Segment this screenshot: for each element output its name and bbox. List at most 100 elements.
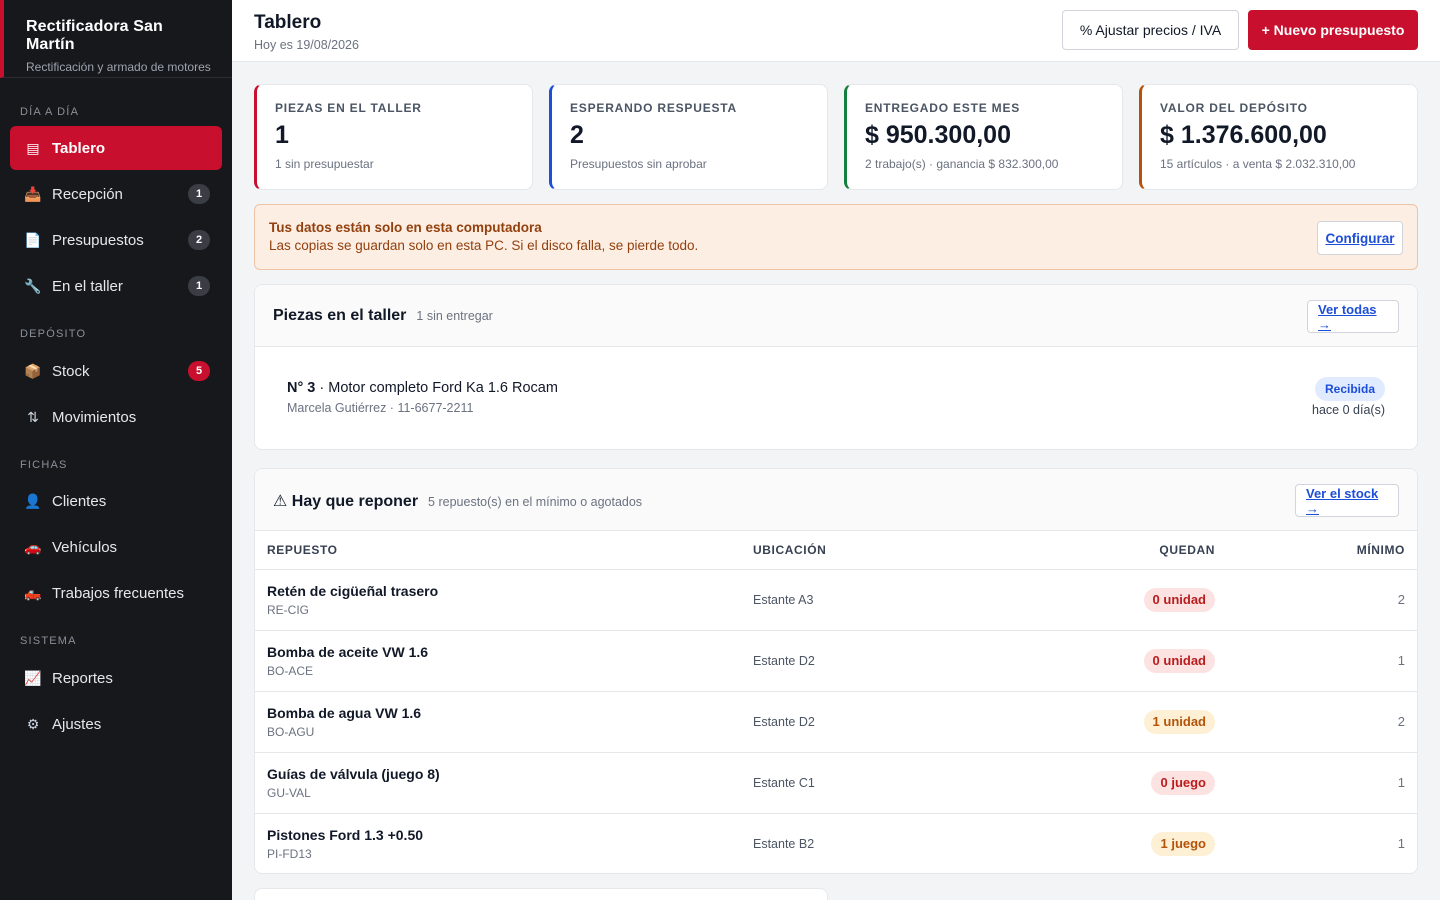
sidebar-item-movimientos[interactable]: ⇅ Movimientos [10,395,222,439]
job-row[interactable]: N° 3 · Motor completo Ford Ka 1.6 Rocam … [255,347,1417,449]
sidebar-item-trabajos-frecuentes[interactable]: 🛻 Trabajos frecuentes [10,571,222,615]
table-header-row: Repuesto Ubicación Quedan Mínimo [255,531,1417,570]
sidebar: Rectificadora San Martín Rectificación y… [0,0,232,900]
box-icon: 📦 [24,362,42,379]
part-name: Bomba de aceite VW 1.6 [267,643,429,660]
sidebar-item-label: Ajustes [52,715,102,733]
sidebar-item-label: Reportes [52,669,113,687]
stat-subtext: 15 artículos · a venta $ 2.032.310,00 [1160,157,1356,171]
table-row[interactable]: Guías de válvula (juego 8) GU-VAL Estante… [255,752,1417,814]
sidebar-item-vehiculos[interactable]: 🚗 Vehículos [10,525,222,569]
count-badge: 1 [188,276,210,296]
part-minimum: 1 [1227,630,1417,692]
nav-section-sistema: Sistema [20,635,77,647]
table-row[interactable]: Bomba de aceite VW 1.6 BO-ACE Estante D2 … [255,630,1417,692]
stat-subtext: Presupuestos sin aprobar [570,157,707,171]
sidebar-item-label: Stock [52,362,90,380]
brand: Rectificadora San Martín Rectificación y… [0,0,232,78]
sidebar-item-ajustes[interactable]: ⚙ Ajustes [10,702,222,746]
sidebar-item-label: Vehículos [52,538,118,556]
stat-card-delivered-this-month[interactable]: Entregado este mes $ 950.300,00 2 trabaj… [844,84,1123,190]
stat-subtext: 1 sin presupuestar [275,157,374,171]
workshop-panel: Piezas en el taller 1 sin entregar Ver to… [254,284,1418,450]
count-badge: 1 [188,184,210,204]
view-all-button[interactable]: Ver todas → [1307,300,1399,333]
sidebar-item-reportes[interactable]: 📈 Reportes [10,656,222,700]
sidebar-item-recepcion[interactable]: 📥 Recepción 1 [10,172,222,216]
stat-card-pieces-in-shop[interactable]: Piezas en el taller 1 1 sin presupuestar [254,84,533,190]
sidebar-item-presupuestos[interactable]: 📄 Presupuestos 2 [10,218,222,262]
table-row[interactable]: Retén de cigüeñal trasero RE-CIG Estante … [255,569,1417,631]
sidebar-item-label: Trabajos frecuentes [52,584,185,602]
quantity-badge: 0 juego [1151,770,1215,795]
part-code: PI-FD13 [267,846,312,861]
adjust-prices-button[interactable]: % Ajustar precios / IVA [1062,10,1239,50]
wrench-icon: 🔧 [24,277,42,294]
stat-value: $ 950.300,00 [865,121,1011,149]
panel-title: ⚠ Hay que reponer 5 repuesto(s) en el mín… [273,491,642,511]
view-stock-button[interactable]: Ver el stock → [1295,484,1399,517]
sidebar-item-stock[interactable]: 📦 Stock 5 [10,349,222,393]
configure-backup-button[interactable]: Configurar [1317,221,1403,255]
truck-icon: 🛻 [24,584,42,601]
restock-table: Repuesto Ubicación Quedan Mínimo Retén d… [255,531,1417,873]
chart-icon: 📈 [24,669,42,686]
nav-section-deposito: Depósito [20,328,87,340]
nav-section-dia-a-dia: Día a día [20,106,80,118]
part-name: Bomba de agua VW 1.6 [267,704,422,721]
quantity-badge: 0 unidad [1143,648,1215,673]
part-location: Estante C1 [741,752,1041,814]
sidebar-item-label: Recepción [52,185,123,203]
new-quote-button[interactable]: + Nuevo presupuesto [1248,10,1418,50]
page-date: Hoy es 19/08/2026 [254,38,359,52]
job-client: Marcela Gutiérrez · 11-6677-2211 [287,401,474,415]
part-minimum: 1 [1227,752,1417,814]
job-title: N° 3 · Motor completo Ford Ka 1.6 Rocam [287,380,558,396]
part-name: Pistones Ford 1.3 +0.50 [267,826,424,843]
panel-header: Piezas en el taller 1 sin entregar Ver to… [255,285,1417,347]
stat-label: Valor del depósito [1160,101,1308,115]
document-icon: 📄 [24,231,42,248]
table-row[interactable]: Bomba de agua VW 1.6 BO-AGU Estante D2 1 … [255,691,1417,753]
job-age: hace 0 día(s) [1312,403,1385,417]
count-badge: 5 [188,361,210,381]
part-location: Estante D2 [741,630,1041,692]
panel-title: Piezas en el taller 1 sin entregar [273,307,493,325]
part-minimum: 1 [1397,836,1405,852]
swap-icon: ⇅ [27,408,39,425]
panel-title-text: ⚠ Hay que reponer [273,493,419,510]
part-code: BO-AGU [267,724,315,739]
column-header-minimum: Mínimo [1227,531,1417,570]
column-header-part: Repuesto [255,531,741,570]
sidebar-item-en-el-taller[interactable]: 🔧 En el taller 1 [10,264,222,308]
app-tagline: Rectificación y armado de motores [26,60,211,74]
part-name: Retén de cigüeñal trasero [267,582,439,599]
panel-meta: 5 repuesto(s) en el mínimo o agotados [428,495,643,509]
gear-icon: ⚙ [26,715,40,732]
part-minimum: 2 [1227,569,1417,631]
job-number: N° 3 [287,380,316,396]
panel-title-text: Piezas en el taller [273,307,407,324]
panel-meta: 1 sin entregar [416,309,493,323]
count-badge: 2 [188,230,210,250]
quantity-badge: 1 juego [1151,831,1215,856]
part-code: BO-ACE [267,663,314,678]
stat-value: $ 1.376.600,00 [1160,121,1327,149]
quantity-badge: 0 unidad [1143,587,1215,612]
nav-section-fichas: Fichas [20,459,68,471]
alert-title: Tus datos están solo en esta computadora [269,220,542,235]
stat-card-awaiting-response[interactable]: Esperando respuesta 2 Presupuestos sin a… [549,84,828,190]
stat-subtext: 2 trabajo(s) · ganancia $ 832.300,00 [865,157,1059,171]
stat-label: Entregado este mes [865,101,1021,115]
quantity-badge: 1 unidad [1143,709,1215,734]
stat-value: 1 [275,121,289,149]
part-location: Estante A3 [741,569,1041,631]
car-icon: 🚗 [24,538,42,555]
sidebar-item-label: En el taller [52,277,123,295]
sidebar-item-clientes[interactable]: 👤 Clientes [10,479,222,523]
page-title: Tablero [254,12,322,33]
table-row[interactable]: Pistones Ford 1.3 +0.50 PI-FD13 Estante B… [255,813,1417,873]
alert-text: Las copias se guardan solo en esta PC. S… [269,238,699,253]
sidebar-item-tablero[interactable]: ▤ Tablero [10,126,222,170]
stat-card-warehouse-value[interactable]: Valor del depósito $ 1.376.600,00 15 art… [1139,84,1418,190]
